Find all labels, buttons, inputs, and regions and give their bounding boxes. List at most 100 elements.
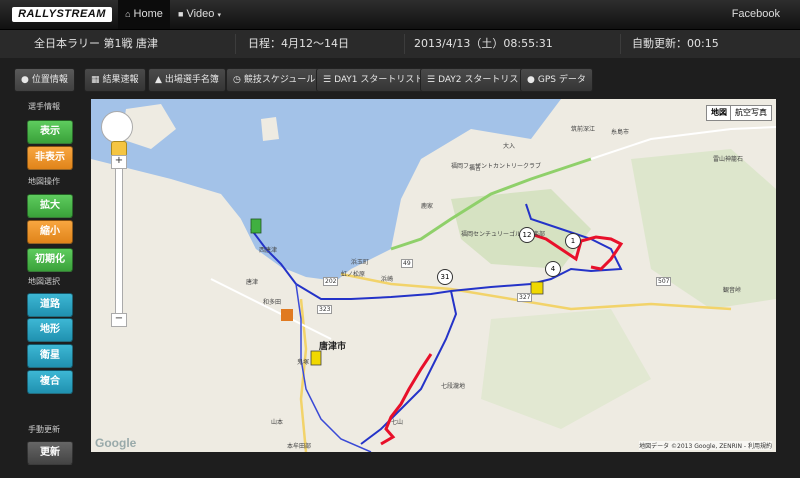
tab-results[interactable]: ▦ 結果速報 — [84, 68, 146, 92]
tab-label: 位置情報 — [31, 75, 68, 85]
place-label: 筑前深江 — [571, 126, 596, 133]
tab-label: DAY1 スタートリスト — [334, 75, 424, 85]
stage-marker — [281, 309, 293, 321]
tab-label: 出場選手名簿 — [164, 75, 219, 85]
tab-entry-list[interactable]: ▲ 出場選手名簿 — [148, 68, 226, 92]
place-label: 雷山神籠石 — [713, 156, 744, 163]
nav-video-dropdown[interactable]: ■ Video ▾ — [178, 0, 221, 29]
road-number-label: 507 — [656, 277, 672, 286]
map-type-satellite[interactable]: 航空写真 — [730, 105, 772, 121]
place-label: 福岡フェザントカントリークラブ — [451, 163, 542, 170]
road-white — [210, 278, 332, 340]
place-label: 鬼塚 — [297, 359, 310, 366]
tab-schedule[interactable]: ◷ 競技スケジュール — [226, 68, 323, 92]
place-label: 浜玉町 — [351, 259, 370, 266]
map-graphics — [91, 99, 776, 452]
map-ops-heading: 地図操作 — [28, 177, 60, 186]
top-navbar: RALLYSTREAM ⌂ Home ■ Video ▾ Facebook — [0, 0, 800, 30]
nav-facebook-link[interactable]: Facebook — [732, 0, 780, 29]
tab-gps-data[interactable]: ● GPS データ — [520, 68, 593, 92]
place-label: 七段瀧地 — [441, 383, 466, 390]
globe-icon: ● — [21, 75, 29, 85]
update-button[interactable]: 更新 — [27, 441, 73, 465]
auto-update-timer: 自動更新：00:15 — [632, 37, 719, 50]
tab-label: 結果速報 — [102, 75, 139, 85]
place-label: 七山 — [391, 419, 404, 426]
route-red — [380, 353, 433, 446]
road-number-label: 323 — [317, 305, 333, 314]
tab-day2-startlist[interactable]: ☰ DAY2 スタートリスト — [420, 68, 535, 92]
place-label: 糸島市 — [611, 129, 630, 136]
person-icon: ▲ — [155, 75, 162, 85]
tab-location[interactable]: ● 位置情報 — [14, 68, 75, 92]
map-select-heading: 地図選択 — [28, 277, 60, 286]
place-label: 浜崎 — [381, 276, 394, 283]
place-label: 鹿家 — [421, 203, 434, 210]
clock-icon: ◷ — [233, 75, 241, 85]
car-position-marker[interactable]: 12 — [519, 227, 535, 243]
city-label-karatsu: 唐津市 — [319, 342, 347, 352]
table-icon: ▦ — [91, 75, 100, 85]
place-label: 大入 — [503, 143, 516, 150]
event-name: 全日本ラリー 第1戦 唐津 — [34, 37, 158, 50]
divider — [235, 34, 236, 54]
place-label: 唐津 — [246, 279, 259, 286]
stage-marker — [530, 281, 544, 295]
event-schedule: 日程：4月12〜14日 — [248, 37, 349, 50]
map-type-map[interactable]: 地図 — [706, 105, 732, 121]
car-position-marker[interactable]: 31 — [437, 269, 453, 285]
nav-home-label: Home — [133, 8, 163, 20]
globe-icon: ● — [527, 75, 535, 85]
island — [261, 117, 279, 141]
video-camera-icon: ■ — [178, 9, 184, 19]
chevron-down-icon: ▾ — [217, 12, 221, 19]
map-attribution[interactable]: 地図データ ©2013 Google, ZENRIN - 利用規約 — [639, 441, 772, 450]
stage-marker — [310, 350, 322, 366]
list-icon: ☰ — [323, 75, 332, 85]
hide-button[interactable]: 非表示 — [27, 146, 73, 170]
place-label: 虹ノ松原 — [341, 271, 366, 278]
map-canvas[interactable]: + − 地図 航空写真 筑前深江 大入 福吉 西唐津 唐津 和多田 鬼塚 山本 … — [91, 99, 776, 452]
show-button[interactable]: 表示 — [27, 120, 73, 144]
google-logo: Google — [95, 436, 137, 450]
place-label: 西唐津 — [259, 247, 278, 254]
place-label: 和多田 — [263, 299, 282, 306]
pan-control[interactable] — [101, 111, 133, 143]
forest-area — [631, 149, 776, 309]
tab-label: GPS データ — [537, 75, 586, 85]
info-bar: 全日本ラリー 第1戦 唐津 日程：4月12〜14日 2013/4/13（土）08… — [0, 30, 800, 58]
zoom-minus-icon[interactable]: − — [111, 313, 127, 327]
nav-video-label: Video — [186, 8, 215, 20]
place-label: 観音峠 — [723, 287, 742, 294]
zoom-plus-icon[interactable]: + — [111, 155, 127, 169]
tab-day1-startlist[interactable]: ☰ DAY1 スタートリスト — [316, 68, 431, 92]
home-icon: ⌂ — [125, 9, 131, 19]
place-label: 山本 — [271, 419, 284, 426]
car-position-marker[interactable]: 4 — [545, 261, 561, 277]
stage-marker — [250, 218, 262, 234]
road-number-label: 202 — [323, 277, 339, 286]
zoom-out-button[interactable]: 縮小 — [27, 220, 73, 244]
terrain-map-button[interactable]: 地形 — [27, 318, 73, 342]
road-number-label: 49 — [401, 259, 413, 268]
road-number-label: 327 — [517, 293, 533, 302]
tab-label: DAY2 スタートリスト — [438, 75, 528, 85]
satellite-map-button[interactable]: 衛星 — [27, 344, 73, 368]
manual-update-heading: 手動更新 — [28, 425, 60, 434]
divider — [620, 34, 621, 54]
route-blue — [295, 283, 372, 452]
brand-logo[interactable]: RALLYSTREAM — [12, 7, 112, 22]
zoom-in-button[interactable]: 拡大 — [27, 194, 73, 218]
tab-label: 競技スケジュール — [243, 75, 316, 85]
list-icon: ☰ — [427, 75, 436, 85]
car-position-marker[interactable]: 1 — [565, 233, 581, 249]
road-map-button[interactable]: 道路 — [27, 293, 73, 317]
hybrid-map-button[interactable]: 複合 — [27, 370, 73, 394]
place-label: 本牟田部 — [287, 443, 312, 450]
nav-home-link[interactable]: ⌂ Home — [118, 0, 170, 29]
player-info-heading: 選手情報 — [28, 102, 60, 111]
reset-button[interactable]: 初期化 — [27, 248, 73, 272]
current-datetime: 2013/4/13（土）08:55:31 — [414, 37, 553, 50]
zoom-slider[interactable] — [115, 155, 123, 317]
divider — [404, 34, 405, 54]
